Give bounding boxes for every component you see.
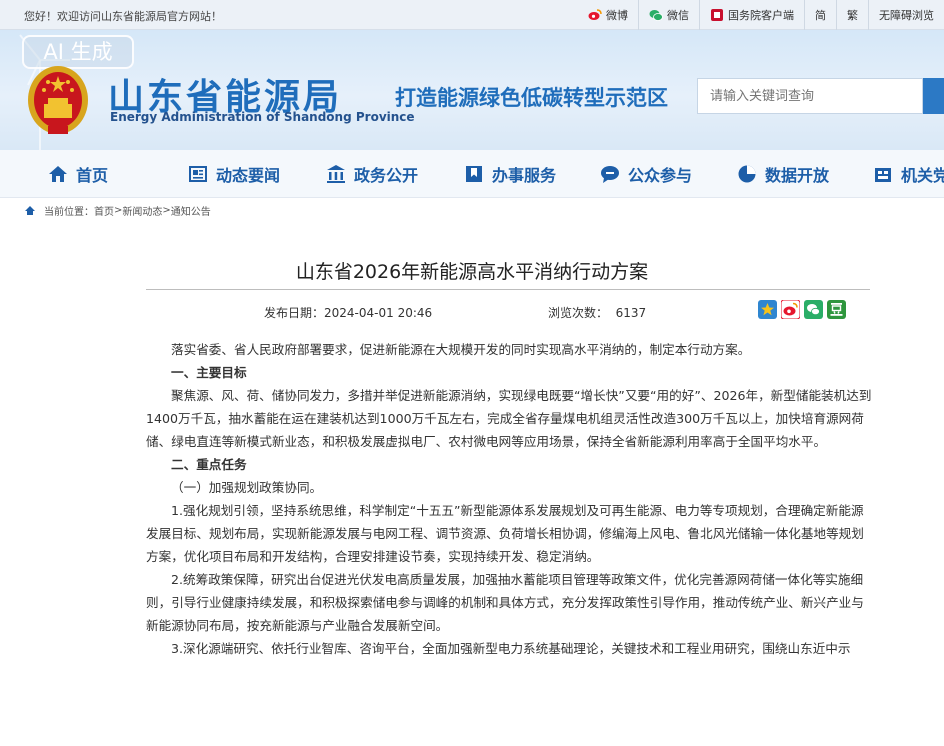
- breadcrumb-separator: >: [162, 204, 171, 216]
- pie-chart-icon: [738, 165, 756, 183]
- nav-label-open-data: 数据开放: [765, 166, 830, 185]
- search-input[interactable]: [697, 78, 923, 114]
- traditional-label: 繁: [847, 9, 858, 22]
- article-paragraph: 1.强化规划引领，坚持系统思维，科学制定“十五五”新型能源体系发展规划及可再生能…: [146, 503, 864, 564]
- view-count: 浏览次数： 6137: [548, 304, 646, 321]
- weibo-label: 微博: [606, 9, 628, 22]
- nav-item-gov-affairs[interactable]: 政务公开: [326, 162, 418, 186]
- publish-date: 发布日期：2024-04-01 20:46: [264, 304, 432, 321]
- traditional-link[interactable]: 繁: [836, 0, 868, 30]
- national-emblem-icon: [28, 66, 88, 134]
- view-count-label: 浏览次数：: [548, 306, 609, 320]
- site-header: AI 生成 山东省能源局 Energy Administration of Sh…: [0, 30, 944, 150]
- title-divider: [146, 289, 870, 290]
- nav-item-home[interactable]: 首页: [48, 162, 108, 186]
- bookmark-icon: [466, 166, 482, 182]
- welcome-text: 您好！欢迎访问山东省能源局官方网站！: [24, 10, 222, 23]
- nav-label-participation: 公众参与: [628, 166, 693, 185]
- nav-label-services: 办事服务: [492, 166, 557, 185]
- home-icon: [49, 166, 67, 182]
- breadcrumb-separator: >: [114, 204, 123, 216]
- nav-label-home: 首页: [76, 166, 109, 185]
- breadcrumb: 当前位置： 首页 > 新闻动态 > 通知公告: [0, 198, 944, 222]
- newspaper-icon: [189, 166, 207, 182]
- simplified-label: 简: [815, 9, 826, 22]
- search-button[interactable]: [923, 78, 944, 114]
- app-client-label: 国务院客户端: [728, 9, 794, 22]
- douban-share-icon[interactable]: [827, 300, 846, 319]
- app-client-icon: [711, 9, 723, 21]
- wechat-link[interactable]: 微信: [638, 0, 699, 30]
- site-slogan: 打造能源绿色低碳转型示范区: [395, 86, 668, 110]
- weibo-icon: [588, 9, 602, 20]
- weibo-link[interactable]: 微博: [578, 0, 638, 30]
- app-client-link[interactable]: 国务院客户端: [699, 0, 804, 30]
- wechat-label: 微信: [667, 9, 689, 22]
- nav-item-participation[interactable]: 公众参与: [600, 162, 692, 186]
- publish-date-value: 2024-04-01 20:46: [324, 306, 433, 320]
- article-paragraph: 聚焦源、风、荷、储协同发力，多措并举促进新能源消纳，实现绿电既要“增长快”又要“…: [146, 388, 872, 449]
- site-subtitle: Energy Administration of Shandong Provin…: [110, 110, 415, 124]
- nav-label-organization: 机关党建: [901, 166, 944, 185]
- nav-item-organization[interactable]: 机关党建: [873, 162, 944, 186]
- top-bar: 您好！欢迎访问山东省能源局官方网站！ 微博 微信 国务院客户端 简 繁 无障碍浏…: [0, 0, 944, 30]
- nav-label-gov-affairs: 政务公开: [354, 166, 419, 185]
- nav-item-news[interactable]: 动态要闻: [188, 162, 280, 186]
- accessibility-label: 无障碍浏览: [879, 9, 934, 22]
- nav-item-services[interactable]: 办事服务: [464, 162, 556, 186]
- article-paragraph: 3.深化源端研究、依托行业智库、咨询平台，全面加强新型电力系统基础理论，关键技术…: [171, 641, 851, 656]
- location-icon: [25, 206, 35, 215]
- article-paragraph: 2.统筹政策保障，研究出台促进光伏发电高质量发展，加强抽水蓄能项目管理等政策文件…: [146, 572, 864, 633]
- breadcrumb-notices[interactable]: 通知公告: [171, 203, 211, 218]
- breadcrumb-prefix: 当前位置：: [44, 206, 94, 218]
- office-icon: [875, 168, 891, 182]
- breadcrumb-home[interactable]: 首页: [94, 203, 114, 218]
- simplified-link[interactable]: 简: [804, 0, 836, 30]
- section-heading: 二、重点任务: [171, 457, 247, 472]
- main-nav: 首页 动态要闻 政务公开 办事服务 公众参与 数据开放 机关党建: [0, 150, 944, 198]
- wechat-icon: [649, 10, 663, 21]
- sub-heading: （一）加强规划政策协同。: [171, 480, 323, 495]
- nav-label-news: 动态要闻: [216, 166, 281, 185]
- top-links: 微博 微信 国务院客户端 简 繁 无障碍浏览: [578, 0, 944, 30]
- breadcrumb-news[interactable]: 新闻动态: [122, 203, 162, 218]
- building-icon: [327, 165, 345, 183]
- weibo-share-icon[interactable]: [781, 300, 800, 319]
- article-title: 山东省2026年新能源高水平消纳行动方案: [295, 261, 649, 283]
- section-heading: 一、主要目标: [171, 365, 247, 380]
- share-bar: [758, 300, 846, 319]
- wechat-share-icon[interactable]: [804, 300, 823, 319]
- article-body: 落实省委、省人民政府部署要求，促进新能源在大规模开发的同时实现高水平消纳的，制定…: [146, 338, 872, 660]
- accessibility-link[interactable]: 无障碍浏览: [868, 0, 944, 30]
- chat-icon: [601, 166, 619, 183]
- favorite-star-icon[interactable]: [758, 300, 777, 319]
- nav-item-open-data[interactable]: 数据开放: [737, 162, 829, 186]
- article-paragraph: 落实省委、省人民政府部署要求，促进新能源在大规模开发的同时实现高水平消纳的，制定…: [171, 342, 751, 357]
- view-count-value: 6137: [615, 306, 647, 320]
- publish-date-label: 发布日期：: [264, 306, 325, 320]
